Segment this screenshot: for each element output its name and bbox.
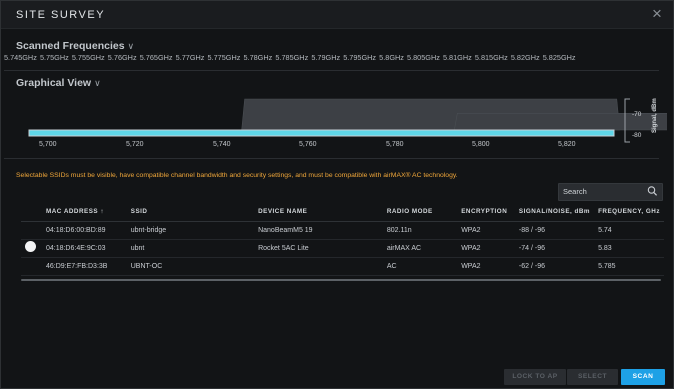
encryption-cell: WPA2 xyxy=(457,257,515,276)
mac-cell: 04:18:D6:4E:9C:03 xyxy=(41,239,127,258)
x-tick-label: 5,800 xyxy=(472,141,490,148)
y-axis-title: Signal, dBm xyxy=(652,98,658,133)
column-header-radio-mode[interactable]: RADIO MODE xyxy=(382,201,458,222)
compatibility-warning: Selectable SSIDs must be visible, have c… xyxy=(16,172,458,179)
dialog-titlebar: SITE SURVEY × xyxy=(1,1,673,29)
column-header-frequency[interactable]: FREQUENCY, GHz xyxy=(594,201,664,222)
radio-mode-cell: AC xyxy=(382,257,458,276)
column-header-mac[interactable]: MAC ADDRESS ↑ xyxy=(41,201,127,222)
graphical-view-title: Graphical View xyxy=(16,77,92,89)
frequency-item: 5.765GHz xyxy=(139,53,173,62)
sort-ascending-icon: ↑ xyxy=(100,207,105,215)
frequency-item: 5.805GHz xyxy=(407,53,440,62)
x-tick-label: 5,820 xyxy=(558,141,576,148)
device-name-cell: NanoBeamM5 19 xyxy=(254,221,383,240)
chevron-down-icon: ∨ xyxy=(94,78,101,88)
y-tick-label: -80 xyxy=(632,132,642,139)
search-input[interactable] xyxy=(563,185,643,198)
device-name-cell: Rocket 5AC Lite xyxy=(254,239,383,258)
frequency-item: 5.755GHz xyxy=(71,53,105,62)
chevron-down-icon: ∨ xyxy=(127,41,135,51)
column-header-signal-noise[interactable]: SIGNAL/NOISE, dBm xyxy=(514,201,595,222)
select-button[interactable]: SELECT xyxy=(567,369,618,385)
table-row[interactable]: 46:D9:E7:FB:D3:3B UBNT-OC AC WPA2 -62 / … xyxy=(21,257,664,276)
signal-noise-cell: -88 / -96 xyxy=(514,221,595,240)
search-box xyxy=(558,183,663,201)
frequency-item: 5.76GHz xyxy=(107,53,137,62)
column-header-label: MAC ADDRESS xyxy=(45,207,99,215)
select-column-header xyxy=(21,201,42,222)
scanned-frequencies-toggle[interactable]: Scanned Frequencies ∨ xyxy=(16,40,134,52)
column-header-ssid[interactable]: SSID xyxy=(126,201,255,222)
x-tick-label: 5,780 xyxy=(386,141,404,148)
graph-baseline-bar xyxy=(28,129,615,137)
frequency-item: 5.795GHz xyxy=(343,53,377,62)
frequency-item: 5.78GHz xyxy=(243,53,273,62)
frequency-item: 5.81GHz xyxy=(442,53,472,62)
radio-mode-cell: 802.11n xyxy=(382,221,458,240)
table-header-row: MAC ADDRESS ↑ SSID DEVICE NAME RADIO MOD… xyxy=(21,201,664,222)
x-tick-label: 5,700 xyxy=(39,141,57,148)
row-select-cell xyxy=(21,221,42,240)
x-tick-label: 5,760 xyxy=(299,141,317,148)
lock-to-ap-button[interactable]: LOCK TO AP xyxy=(504,369,566,385)
row-select-radio[interactable] xyxy=(25,241,36,252)
table-row[interactable]: 04:18:D6:4E:9C:03 ubnt Rocket 5AC Lite a… xyxy=(21,239,664,258)
device-name-cell xyxy=(254,257,383,276)
signal-noise-cell: -74 / -96 xyxy=(514,239,595,258)
frequency-item: 5.775GHz xyxy=(207,53,241,62)
column-header-encryption[interactable]: ENCRYPTION xyxy=(457,201,515,222)
row-select-cell xyxy=(21,257,42,276)
mac-cell: 46:D9:E7:FB:D3:3B xyxy=(41,257,127,276)
frequency-item: 5.785GHz xyxy=(275,53,309,62)
frequency-item: 5.79GHz xyxy=(311,53,341,62)
search-icon[interactable] xyxy=(647,185,658,197)
frequency-item: 5.82GHz xyxy=(510,53,540,62)
ssid-cell: UBNT-OC xyxy=(126,257,255,276)
frequency-item: 5.815GHz xyxy=(474,53,508,62)
divider xyxy=(4,158,659,159)
frequency-item: 5.745GHz xyxy=(4,53,37,62)
column-header-device-name[interactable]: DEVICE NAME xyxy=(254,201,383,222)
mac-cell: 04:18:D6:00:BD:89 xyxy=(41,221,127,240)
site-survey-dialog: SITE SURVEY × Scanned Frequencies ∨ 5.745… xyxy=(0,0,674,389)
radio-mode-cell: airMAX AC xyxy=(382,239,458,258)
frequency-cell: 5.785 xyxy=(594,257,664,276)
frequency-item: 5.825GHz xyxy=(542,53,576,62)
graphical-view-toggle[interactable]: Graphical View ∨ xyxy=(16,77,101,89)
frequency-list: 5.745GHz 5.75GHz 5.755GHz 5.76GHz 5.765GHz 5.… xyxy=(4,53,672,62)
frequency-cell: 5.83 xyxy=(594,239,664,258)
frequency-cell: 5.74 xyxy=(594,221,664,240)
close-icon[interactable]: × xyxy=(647,4,667,24)
x-tick-label: 5,720 xyxy=(126,141,144,148)
frequency-item: 5.75GHz xyxy=(39,53,69,62)
survey-table: MAC ADDRESS ↑ SSID DEVICE NAME RADIO MOD… xyxy=(21,201,664,276)
signal-graph: -70 -80 Signal, dBm xyxy=(28,98,667,143)
dialog-title: SITE SURVEY xyxy=(16,9,106,21)
horizontal-scrollbar[interactable] xyxy=(21,279,661,281)
ssid-cell: ubnt xyxy=(126,239,255,258)
y-tick-label: -70 xyxy=(632,111,642,118)
scanned-frequencies-title: Scanned Frequencies xyxy=(16,40,125,52)
encryption-cell: WPA2 xyxy=(457,239,515,258)
x-tick-label: 5,740 xyxy=(213,141,231,148)
frequency-item: 5.77GHz xyxy=(175,53,205,62)
divider xyxy=(4,70,659,71)
scan-button[interactable]: SCAN xyxy=(621,369,665,385)
ssid-cell: ubnt-bridge xyxy=(126,221,255,240)
signal-noise-cell: -62 / -96 xyxy=(514,257,595,276)
frequency-item: 5.8GHz xyxy=(379,53,404,62)
table-row[interactable]: 04:18:D6:00:BD:89 ubnt-bridge NanoBeamM5… xyxy=(21,221,664,240)
encryption-cell: WPA2 xyxy=(457,221,515,240)
